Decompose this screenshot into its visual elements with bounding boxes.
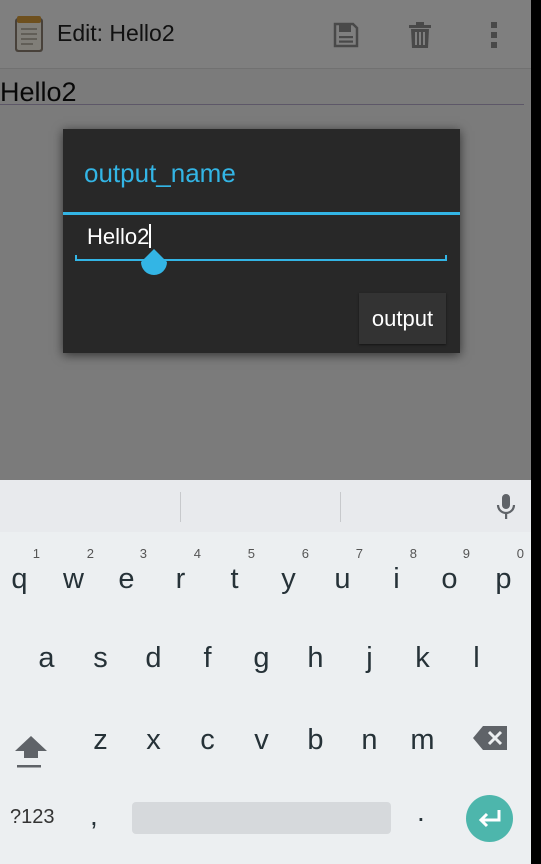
key-label: p: [495, 562, 512, 595]
key-y[interactable]: 6y: [262, 536, 315, 616]
key-label: u: [334, 562, 351, 595]
key-i[interactable]: 8i: [370, 536, 423, 616]
key-u[interactable]: 7u: [316, 536, 369, 616]
key-label: m: [410, 723, 435, 756]
output-button[interactable]: output: [359, 293, 446, 344]
key-hint: 5: [247, 546, 255, 561]
suggestion-divider: [180, 492, 181, 522]
key-k[interactable]: k: [396, 615, 449, 695]
key-w[interactable]: 2w: [47, 536, 100, 616]
key-v[interactable]: v: [235, 697, 288, 777]
key-e[interactable]: 3e: [100, 536, 153, 616]
screen: Edit: Hello2 Hello2 output_name Hello2 o…: [0, 0, 531, 864]
input-underline-tick-left: [75, 255, 77, 261]
text-caret: [149, 224, 152, 248]
key-c[interactable]: c: [181, 697, 234, 777]
key-h[interactable]: h: [289, 615, 342, 695]
key-hint: 9: [462, 546, 470, 561]
mic-icon[interactable]: [495, 493, 517, 521]
output-name-input[interactable]: Hello2: [87, 224, 152, 250]
key-label: b: [307, 723, 324, 756]
key-x[interactable]: x: [127, 697, 180, 777]
key-space[interactable]: [132, 802, 391, 834]
key-label: g: [253, 641, 270, 674]
key-o[interactable]: 9o: [423, 536, 476, 616]
output-name-input-value: Hello2: [87, 224, 150, 249]
key-label: a: [38, 641, 55, 674]
key-m[interactable]: m: [396, 697, 449, 777]
suggestion-strip: [0, 480, 531, 532]
key-z[interactable]: z: [74, 697, 127, 777]
key-label: w: [63, 562, 84, 595]
input-underline-tick-right: [445, 255, 447, 261]
key-j[interactable]: j: [343, 615, 396, 695]
key-label: h: [307, 641, 324, 674]
key-label: f: [203, 641, 212, 674]
key-label: q: [11, 562, 28, 595]
key-hint: 2: [86, 546, 94, 561]
key-s[interactable]: s: [74, 615, 127, 695]
key-p[interactable]: 0p: [477, 536, 530, 616]
key-label: i: [393, 562, 400, 595]
key-hint: 4: [193, 546, 201, 561]
key-symbols[interactable]: ?123: [10, 806, 55, 829]
key-hint: 1: [32, 546, 40, 561]
backspace-icon[interactable]: [471, 722, 511, 754]
input-underline: [75, 259, 447, 261]
key-label: r: [175, 562, 186, 595]
shift-icon[interactable]: [8, 730, 54, 776]
key-d[interactable]: d: [127, 615, 180, 695]
dialog-title: output_name: [84, 158, 236, 188]
key-label: e: [118, 562, 135, 595]
key-label: v: [254, 723, 269, 756]
key-label: d: [145, 641, 162, 674]
key-label: x: [146, 723, 161, 756]
key-hint: 6: [301, 546, 309, 561]
key-label: k: [415, 641, 430, 674]
key-q[interactable]: 1q: [0, 536, 46, 616]
key-t[interactable]: 5t: [208, 536, 261, 616]
key-l[interactable]: l: [450, 615, 503, 695]
screen-edge: [531, 0, 541, 864]
key-n[interactable]: n: [343, 697, 396, 777]
key-label: t: [230, 562, 239, 595]
key-hint: 8: [409, 546, 417, 561]
key-label: y: [281, 562, 296, 595]
key-hint: 0: [516, 546, 524, 561]
suggestion-divider: [340, 492, 341, 522]
key-period[interactable]: .: [417, 796, 425, 828]
key-enter[interactable]: [466, 795, 513, 842]
key-g[interactable]: g: [235, 615, 288, 695]
cursor-handle-icon[interactable]: [139, 249, 169, 281]
key-comma[interactable]: ,: [90, 800, 98, 832]
key-f[interactable]: f: [181, 615, 234, 695]
output-name-dialog: output_name Hello2 output: [63, 129, 460, 353]
key-label: l: [473, 641, 480, 674]
key-label: n: [361, 723, 378, 756]
enter-icon: [478, 809, 500, 827]
key-a[interactable]: a: [20, 615, 73, 695]
key-label: c: [200, 723, 215, 756]
key-label: j: [366, 641, 373, 674]
key-hint: 7: [355, 546, 363, 561]
key-label: o: [441, 562, 458, 595]
key-r[interactable]: 4r: [154, 536, 207, 616]
key-label: z: [93, 723, 108, 756]
key-label: s: [93, 641, 108, 674]
key-b[interactable]: b: [289, 697, 342, 777]
dialog-divider: [63, 212, 460, 215]
key-hint: 3: [139, 546, 147, 561]
